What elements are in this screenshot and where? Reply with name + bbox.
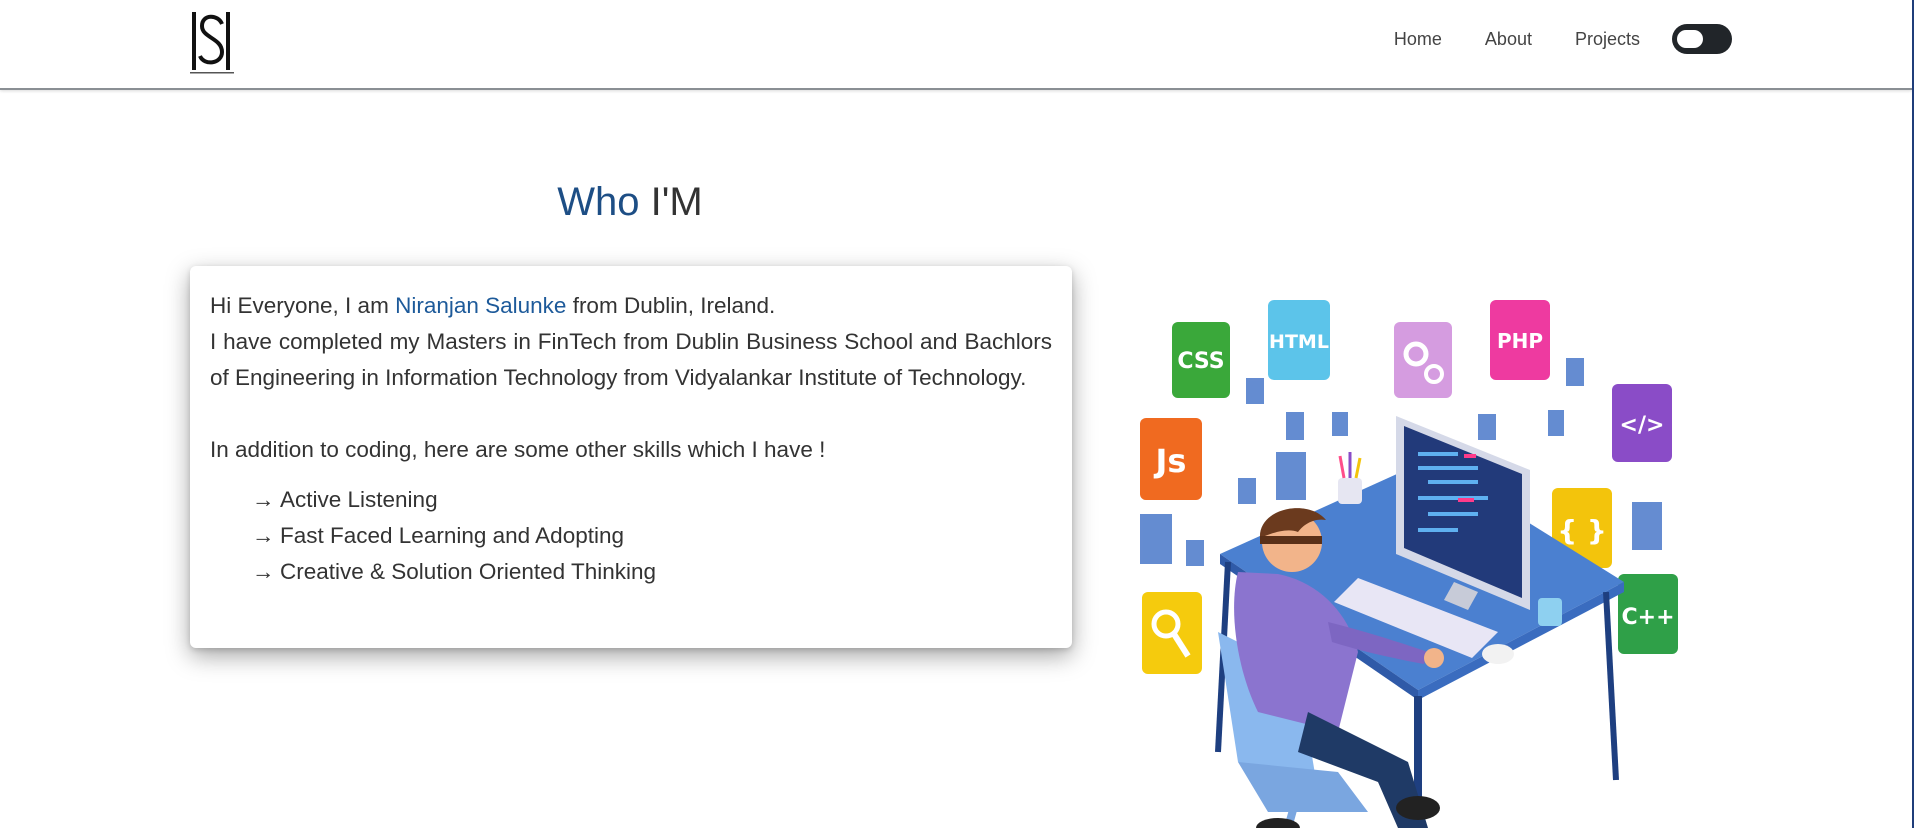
list-item: → Active Listening xyxy=(252,482,1052,518)
list-item: → Fast Faced Learning and Adopting xyxy=(252,518,1052,554)
ns-logo[interactable] xyxy=(188,10,236,76)
intro-prefix: Hi Everyone, I am xyxy=(210,293,396,318)
php-badge-icon: PHP xyxy=(1490,300,1550,380)
nav-home-link[interactable]: Home xyxy=(1394,29,1442,50)
arrow-right-icon: → xyxy=(252,523,275,548)
svg-text:CSS: CSS xyxy=(1177,349,1224,374)
title-accent: Who xyxy=(557,180,640,224)
svg-text:{ }: { } xyxy=(1557,514,1607,547)
title-rest: I'M xyxy=(650,180,703,224)
cpp-badge-icon: C++ xyxy=(1618,574,1678,654)
svg-text:PHP: PHP xyxy=(1497,329,1543,353)
section-title: Who I'M xyxy=(430,180,830,225)
developer-illustration: CSS HTML PHP </> Js { } C++ xyxy=(1140,300,1678,828)
intro-suffix: from Dublin, Ireland. xyxy=(566,293,776,318)
arrow-right-icon: → xyxy=(252,487,275,512)
svg-text:</>: </> xyxy=(1620,413,1665,438)
svg-text:HTML: HTML xyxy=(1269,331,1329,353)
gear-badge-icon xyxy=(1394,322,1452,398)
skill-label: Creative & Solution Oriented Thinking xyxy=(280,559,657,584)
js-badge-icon: Js xyxy=(1140,418,1202,500)
code-badge-icon: </> xyxy=(1612,384,1672,462)
css-badge-icon: CSS xyxy=(1172,322,1230,398)
about-card: Hi Everyone, I am Niranjan Salunke from … xyxy=(190,266,1072,648)
list-item: → Creative & Solution Oriented Thinking xyxy=(252,554,1052,590)
search-badge-icon xyxy=(1142,592,1202,674)
nav-links: Home About Projects xyxy=(1351,24,1732,54)
navbar: Home About Projects xyxy=(0,0,1912,90)
skills-intro: In addition to coding, here are some oth… xyxy=(210,437,826,462)
nav-about-link[interactable]: About xyxy=(1485,29,1532,50)
author-name: Niranjan Salunke xyxy=(395,293,567,318)
svg-text:Js: Js xyxy=(1154,442,1187,480)
html-badge-icon: HTML xyxy=(1268,300,1330,380)
toggle-knob xyxy=(1677,30,1703,48)
skills-list: → Active Listening → Fast Faced Learning a… xyxy=(210,482,1052,590)
skill-label: Active Listening xyxy=(280,487,438,512)
nav-projects-link[interactable]: Projects xyxy=(1575,29,1640,50)
theme-toggle-switch[interactable] xyxy=(1672,24,1732,54)
intro-line: Hi Everyone, I am Niranjan Salunke from … xyxy=(210,288,1052,324)
skill-label: Fast Faced Learning and Adopting xyxy=(280,523,624,548)
svg-text:C++: C++ xyxy=(1621,605,1674,630)
education-text: I have completed my Masters in FinTech f… xyxy=(210,329,1052,390)
arrow-right-icon: → xyxy=(252,559,275,584)
